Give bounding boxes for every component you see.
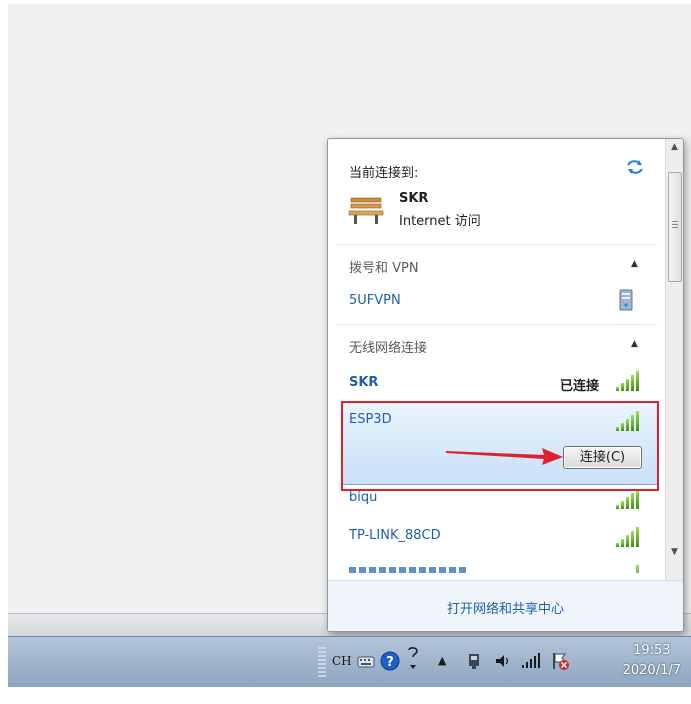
flyout-footer: 打开网络和共享中心 (328, 580, 683, 631)
scroll-thumb[interactable] (668, 172, 682, 282)
scroll-down-arrow-icon[interactable]: ▼ (666, 544, 683, 561)
tray-grip[interactable] (318, 647, 326, 679)
scroll-up-arrow-icon[interactable]: ▲ (666, 139, 683, 156)
wifi-item-biqu[interactable]: biqu (349, 490, 377, 505)
action-center-flag-icon[interactable] (550, 651, 570, 671)
current-connection-label: 当前连接到: (349, 166, 419, 181)
flyout-scrollbar[interactable]: ▲ ▼ (665, 139, 683, 580)
svg-text:?: ? (386, 655, 394, 670)
current-network-name: SKR (399, 191, 429, 206)
clock-date: 2020/1/7 (622, 663, 681, 678)
refresh-arrows-icon[interactable] (626, 159, 644, 175)
keyboard-icon[interactable] (357, 653, 375, 669)
wifi-item-tp-link[interactable]: TP-LINK_88CD (349, 528, 441, 543)
current-network-access: Internet 访问 (399, 214, 481, 229)
wifi-signal-tray-icon[interactable] (520, 651, 542, 669)
wifi-connected-status: 已连接 (560, 379, 600, 394)
volume-icon[interactable] (494, 653, 512, 669)
taskbar: CH ? ▲ 19:53 2020/1/7 (8, 636, 691, 687)
vpn-item-5ufvpn[interactable]: 5UFVPN (349, 293, 401, 308)
divider (337, 324, 657, 325)
clock-time: 19:53 (633, 643, 671, 658)
section-wireless-title[interactable]: 无线网络连接 (349, 337, 427, 356)
system-clock[interactable]: 19:53 2020/1/7 (623, 641, 681, 681)
divider (337, 244, 657, 245)
red-arrow (446, 448, 563, 465)
connect-button[interactable]: 连接(C) (563, 446, 642, 469)
vpn-server-icon (619, 289, 633, 311)
show-hidden-icons-arrow-icon[interactable]: ▲ (438, 654, 446, 704)
usb-device-icon[interactable] (466, 652, 482, 670)
network-flyout: ▲ ▼ 当前连接到: SKR Internet 访问 拨号和 VPN ▲ 5UF… (327, 138, 684, 632)
bench-network-icon (348, 197, 384, 224)
signal-strength-icon (628, 565, 654, 573)
wifi-item-cut-off (349, 567, 469, 573)
section-dialup-vpn-title[interactable]: 拨号和 VPN (349, 257, 419, 276)
language-indicator[interactable]: CH (332, 654, 352, 704)
pen-options-icon[interactable] (406, 647, 420, 671)
signal-strength-icon (616, 489, 642, 509)
chevron-up-icon[interactable]: ▲ (631, 339, 638, 349)
help-icon[interactable]: ? (380, 651, 400, 671)
chevron-up-icon[interactable]: ▲ (631, 259, 638, 269)
open-network-sharing-center-link[interactable]: 打开网络和共享中心 (328, 598, 683, 617)
signal-strength-icon (616, 527, 642, 547)
wifi-item-skr[interactable]: SKR (349, 375, 378, 390)
signal-strength-icon (616, 371, 642, 391)
